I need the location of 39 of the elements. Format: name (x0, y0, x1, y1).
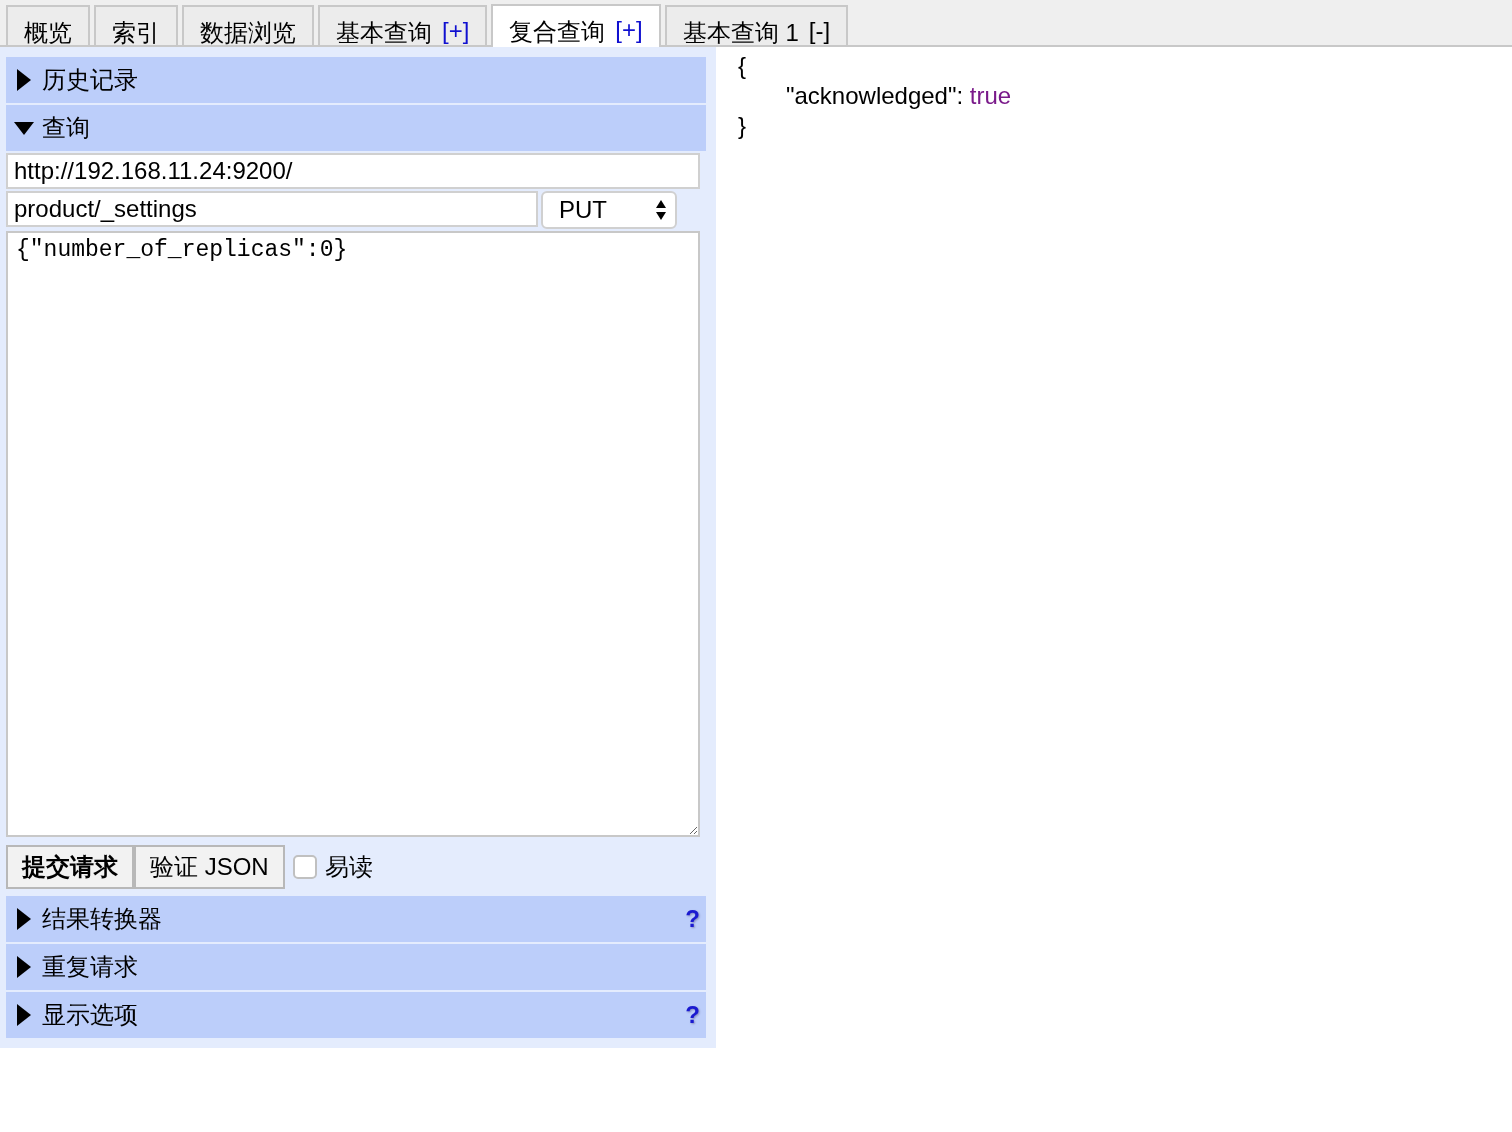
tab-label: 数据浏览 (200, 18, 296, 45)
server-url-field[interactable]: http://192.168.11.24:9200/ (6, 153, 700, 189)
section-title: 历史记录 (42, 65, 139, 95)
section-header[interactable]: 重复请求 (6, 944, 706, 990)
tab[interactable]: 复合查询 [+] (491, 4, 661, 47)
method-select[interactable]: PUT (541, 191, 677, 229)
tab-label: 基本查询 (336, 18, 432, 45)
section-header[interactable]: 显示选项 ? (6, 992, 706, 1038)
help-link[interactable]: ? (685, 905, 700, 933)
section-title: 显示选项 (42, 1000, 139, 1030)
submit-button[interactable]: 提交请求 (6, 845, 134, 889)
tab[interactable]: 数据浏览 (182, 5, 314, 45)
tab-action-link[interactable]: [+] (442, 17, 470, 45)
tab-label: 基本查询 1 (682, 18, 799, 45)
section-title: 结果转换器 (42, 904, 163, 934)
checkbox-label: 易读 (324, 852, 373, 882)
json-brace: { (738, 51, 747, 81)
section-title: 查询 (42, 113, 91, 143)
tab[interactable]: 索引 (94, 5, 178, 45)
tab[interactable]: 概览 (6, 5, 90, 45)
json-brace: } (738, 111, 747, 141)
path-field[interactable]: product/_settings (6, 191, 538, 227)
tab-label: 概览 (24, 18, 72, 45)
help-link[interactable]: ? (685, 1001, 700, 1029)
tab[interactable]: 基本查询 [+] (318, 5, 488, 45)
json-entry: "acknowledged": true (785, 81, 1012, 111)
tab-action-link[interactable]: [+] (615, 16, 643, 47)
tab-label: 索引 (112, 18, 160, 45)
tab[interactable]: 基本查询 1 [-] (664, 5, 849, 45)
section-header[interactable]: 查询 (6, 105, 706, 151)
checkbox[interactable] (292, 855, 317, 879)
section-header[interactable]: 结果转换器 ? (6, 896, 706, 942)
tab-label: 复合查询 (509, 17, 606, 47)
tab-action-link[interactable]: [-] (808, 17, 831, 45)
section-header[interactable]: 历史记录 (6, 57, 706, 103)
request-body-field[interactable]: {"number_of_replicas":0} (6, 231, 700, 837)
validate-button[interactable]: 验证 JSON (134, 845, 285, 889)
section-title: 重复请求 (42, 952, 139, 982)
up-down-arrows-icon (655, 199, 667, 221)
